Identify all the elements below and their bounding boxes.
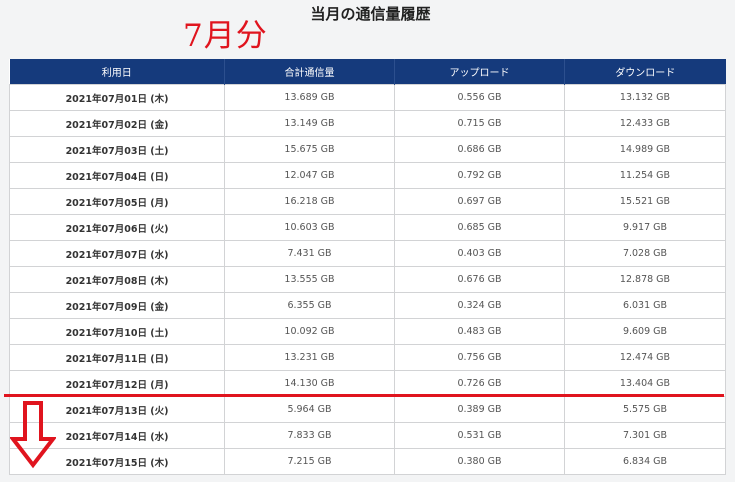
header-row: 利用日 合計通信量 アップロード ダウンロード <box>9 59 726 85</box>
cell-download: 9.609 GB <box>564 318 726 345</box>
table-row: 2021年07月01日 (木) 13.689 GB 0.556 GB 13.132 G… <box>9 84 726 111</box>
table-row: 2021年07月06日 (火) 10.603 GB 0.685 GB 9.917 GB <box>9 214 726 241</box>
cell-download: 15.521 GB <box>564 188 726 215</box>
cell-date: 2021年07月01日 (木) <box>9 84 225 111</box>
cell-total: 5.964 GB <box>224 396 395 423</box>
table-row: 2021年07月12日 (月) 14.130 GB 0.726 GB 13.404 G… <box>9 370 726 397</box>
cell-upload: 0.403 GB <box>394 240 565 267</box>
cell-upload: 0.726 GB <box>394 370 565 397</box>
cell-download: 6.031 GB <box>564 292 726 319</box>
cell-upload: 0.792 GB <box>394 162 565 189</box>
cell-upload: 0.756 GB <box>394 344 565 371</box>
header-download: ダウンロード <box>564 59 726 85</box>
cell-total: 13.149 GB <box>224 110 395 137</box>
cell-upload: 0.531 GB <box>394 422 565 449</box>
table-row: 2021年07月07日 (水) 7.431 GB 0.403 GB 7.028 GB <box>9 240 726 267</box>
cell-date: 2021年07月10日 (土) <box>9 318 225 345</box>
table-row: 2021年07月08日 (木) 13.555 GB 0.676 GB 12.878 G… <box>9 266 726 293</box>
cell-download: 5.575 GB <box>564 396 726 423</box>
cell-total: 13.555 GB <box>224 266 395 293</box>
cell-upload: 0.324 GB <box>394 292 565 319</box>
cell-date: 2021年07月12日 (月) <box>9 370 225 397</box>
cell-download: 13.132 GB <box>564 84 726 111</box>
table-body: 2021年07月01日 (木) 13.689 GB 0.556 GB 13.132 G… <box>9 84 726 475</box>
table-row: 2021年07月04日 (日) 12.047 GB 0.792 GB 11.254 G… <box>9 162 726 189</box>
cell-total: 6.355 GB <box>224 292 395 319</box>
cell-date: 2021年07月08日 (木) <box>9 266 225 293</box>
cell-download: 6.834 GB <box>564 448 726 475</box>
cell-total: 13.231 GB <box>224 344 395 371</box>
cell-download: 11.254 GB <box>564 162 726 189</box>
cell-download: 12.433 GB <box>564 110 726 137</box>
cell-total: 13.689 GB <box>224 84 395 111</box>
page-title: 当月の通信量履歴 <box>310 5 431 23</box>
table-row: 2021年07月02日 (金) 13.149 GB 0.715 GB 12.433 G… <box>9 110 726 137</box>
table-row: 2021年07月14日 (水) 7.833 GB 0.531 GB 7.301 GB <box>9 422 726 449</box>
cell-total: 14.130 GB <box>224 370 395 397</box>
table-row: 2021年07月03日 (土) 15.675 GB 0.686 GB 14.989 G… <box>9 136 726 163</box>
cell-total: 16.218 GB <box>224 188 395 215</box>
header-upload: アップロード <box>394 59 565 85</box>
cell-download: 7.028 GB <box>564 240 726 267</box>
table-row: 2021年07月05日 (月) 16.218 GB 0.697 GB 15.521 G… <box>9 188 726 215</box>
cell-upload: 0.676 GB <box>394 266 565 293</box>
cell-upload: 0.685 GB <box>394 214 565 241</box>
cell-total: 15.675 GB <box>224 136 395 163</box>
cell-download: 12.474 GB <box>564 344 726 371</box>
table-row: 2021年07月11日 (日) 13.231 GB 0.756 GB 12.474 G… <box>9 344 726 371</box>
cell-upload: 0.483 GB <box>394 318 565 345</box>
header-date: 利用日 <box>9 59 225 85</box>
cell-total: 7.431 GB <box>224 240 395 267</box>
cell-date: 2021年07月07日 (水) <box>9 240 225 267</box>
cell-date: 2021年07月06日 (火) <box>9 214 225 241</box>
table-row: 2021年07月15日 (木) 7.215 GB 0.380 GB 6.834 GB <box>9 448 726 475</box>
cell-upload: 0.697 GB <box>394 188 565 215</box>
cell-download: 13.404 GB <box>564 370 726 397</box>
cell-download: 9.917 GB <box>564 214 726 241</box>
cell-total: 10.603 GB <box>224 214 395 241</box>
cell-upload: 0.556 GB <box>394 84 565 111</box>
cell-upload: 0.380 GB <box>394 448 565 475</box>
red-divider-line <box>4 394 724 397</box>
cell-date: 2021年07月09日 (金) <box>9 292 225 319</box>
table-row: 2021年07月09日 (金) 6.355 GB 0.324 GB 6.031 GB <box>9 292 726 319</box>
cell-upload: 0.686 GB <box>394 136 565 163</box>
table-row: 2021年07月10日 (土) 10.092 GB 0.483 GB 9.609 GB <box>9 318 726 345</box>
table-header: 利用日 合計通信量 アップロード ダウンロード <box>9 59 726 85</box>
cell-download: 12.878 GB <box>564 266 726 293</box>
usage-history-table: 利用日 合計通信量 アップロード ダウンロード 2021年07月01日 (木) 1… <box>9 59 726 475</box>
cell-download: 14.989 GB <box>564 136 726 163</box>
cell-total: 7.833 GB <box>224 422 395 449</box>
cell-upload: 0.715 GB <box>394 110 565 137</box>
cell-date: 2021年07月05日 (月) <box>9 188 225 215</box>
cell-upload: 0.389 GB <box>394 396 565 423</box>
header-total: 合計通信量 <box>224 59 395 85</box>
cell-download: 7.301 GB <box>564 422 726 449</box>
cell-total: 7.215 GB <box>224 448 395 475</box>
cell-date: 2021年07月04日 (日) <box>9 162 225 189</box>
cell-total: 12.047 GB <box>224 162 395 189</box>
cell-date: 2021年07月11日 (日) <box>9 344 225 371</box>
cell-date: 2021年07月03日 (土) <box>9 136 225 163</box>
cell-date: 2021年07月02日 (金) <box>9 110 225 137</box>
down-arrow-icon <box>10 401 56 469</box>
table-row: 2021年07月13日 (火) 5.964 GB 0.389 GB 5.575 GB <box>9 396 726 423</box>
cell-total: 10.092 GB <box>224 318 395 345</box>
